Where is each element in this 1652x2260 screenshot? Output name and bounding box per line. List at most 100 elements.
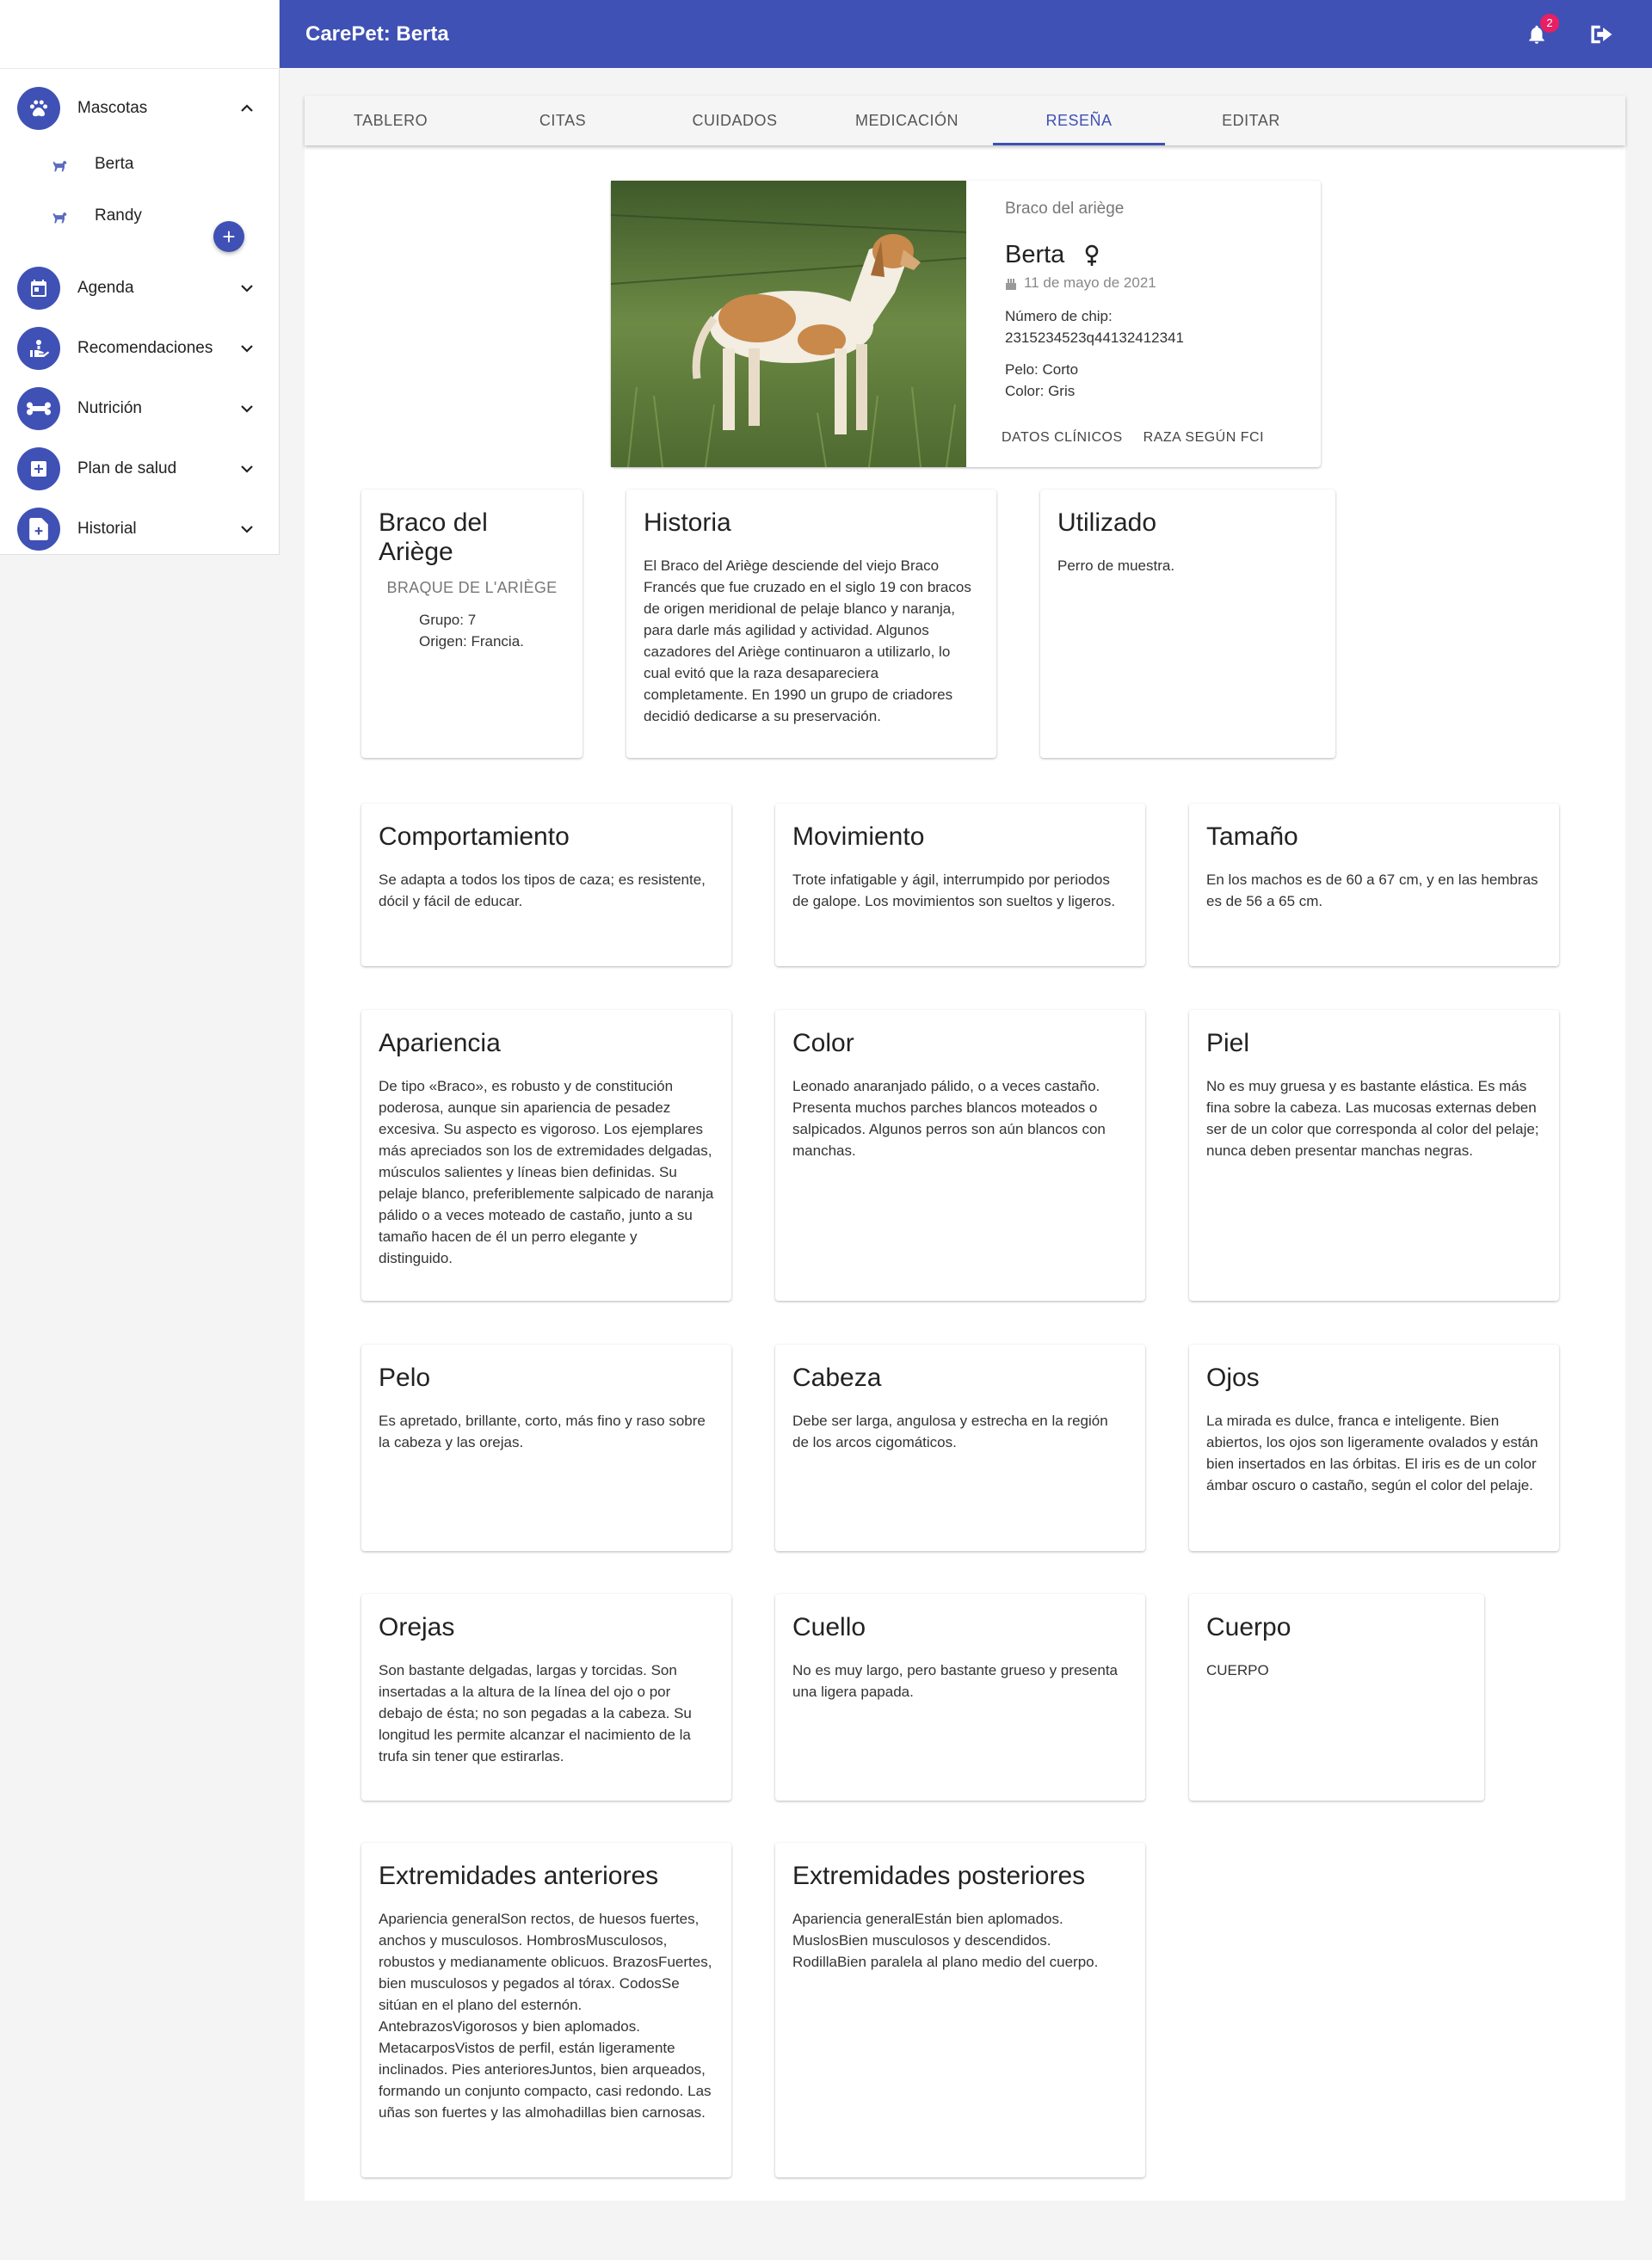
card-orejas: Orejas Son bastante delgadas, largas y t… xyxy=(361,1594,731,1801)
pet-name: Randy xyxy=(95,206,142,225)
breed-group: Grupo: 7 xyxy=(419,612,477,628)
pet-color: Color: Gris xyxy=(1005,383,1076,399)
card-title: Color xyxy=(792,1029,854,1057)
hand-heart-icon xyxy=(17,327,60,370)
sidebar-item-historial[interactable]: Historial xyxy=(0,503,280,555)
sidebar-item-agenda[interactable]: Agenda xyxy=(0,262,280,314)
dog-icon xyxy=(50,206,71,226)
card-title: Pelo xyxy=(379,1364,431,1392)
card-text: No es muy gruesa y es bastante elástica.… xyxy=(1206,1078,1539,1159)
notification-badge: 2 xyxy=(1540,13,1559,33)
paw-icon xyxy=(17,87,60,130)
card-title: Cabeza xyxy=(792,1364,882,1392)
sidebar-item-mascotas[interactable]: Mascotas xyxy=(0,83,280,134)
sidebar-item-label: Historial xyxy=(77,520,137,538)
card-cabeza: Cabeza Debe ser larga, angulosa y estrec… xyxy=(775,1345,1145,1551)
card-title: Comportamiento xyxy=(379,822,570,851)
notifications-button[interactable]: 2 xyxy=(1519,13,1559,52)
sidebar-item-plan-de-salud[interactable]: Plan de salud xyxy=(0,443,280,495)
card-text: Trote infatigable y ágil, interrumpido p… xyxy=(792,871,1116,909)
chevron-down-icon xyxy=(237,459,257,479)
tab-bar: TABLERO CITAS CUIDADOS MEDICACIÓN RESEÑA… xyxy=(305,95,1625,145)
card-title: Apariencia xyxy=(379,1029,501,1057)
clinical-data-button[interactable]: DATOS CLÍNICOS xyxy=(1002,430,1123,446)
calendar-icon xyxy=(17,267,60,310)
pet-photo xyxy=(611,181,966,467)
card-text: CUERPO xyxy=(1206,1662,1269,1678)
sidebar-item-nutricion[interactable]: Nutrición xyxy=(0,383,280,434)
tab-editar[interactable]: EDITAR xyxy=(1165,95,1337,145)
card-historia: Historia El Braco del Ariège desciende d… xyxy=(626,490,996,758)
sidebar-item-label: Recomendaciones xyxy=(77,339,213,357)
female-icon xyxy=(1086,244,1099,266)
breed-origin: Origen: Francia. xyxy=(419,633,524,650)
card-text: La mirada es dulce, franca e inteligente… xyxy=(1206,1413,1538,1493)
logout-button[interactable] xyxy=(1585,17,1619,52)
card-ojos: Ojos La mirada es dulce, franca e inteli… xyxy=(1189,1345,1559,1551)
card-text: De tipo «Braco», es robusto y de constit… xyxy=(379,1078,714,1266)
pet-birthday: 11 de mayo de 2021 xyxy=(1024,274,1156,291)
sidebar: Mascotas Berta Randy + Agenda Recomendac… xyxy=(0,0,280,555)
card-title: Historia xyxy=(644,508,731,537)
cake-icon xyxy=(1006,279,1016,290)
sidebar-item-recomendaciones[interactable]: Recomendaciones xyxy=(0,323,280,374)
card-text: El Braco del Ariège desciende del viejo … xyxy=(644,557,971,724)
card-utilizado: Utilizado Perro de muestra. xyxy=(1040,490,1335,758)
card-cuerpo: Cuerpo CUERPO xyxy=(1189,1594,1484,1801)
sidebar-item-label: Plan de salud xyxy=(77,459,177,477)
breed-original-name: BRAQUE DE L'ARIÈGE xyxy=(386,579,558,596)
pet-name: Berta xyxy=(95,155,134,173)
card-extremidades-anteriores: Extremidades anteriores Apariencia gener… xyxy=(361,1843,731,2177)
card-movimiento: Movimiento Trote infatigable y ágil, int… xyxy=(775,804,1145,966)
breed-title: Braco del Ariège xyxy=(379,508,488,566)
chevron-down-icon xyxy=(237,338,257,359)
card-cuello: Cuello No es muy largo, pero bastante gr… xyxy=(775,1594,1145,1801)
card-title: Movimiento xyxy=(792,822,925,851)
tab-cuidados[interactable]: CUIDADOS xyxy=(649,95,821,145)
card-title: Orejas xyxy=(379,1613,455,1641)
sidebar-item-label: Nutrición xyxy=(77,399,142,417)
breed-card: Braco del Ariège BRAQUE DE L'ARIÈGE Grup… xyxy=(361,490,583,758)
bone-icon xyxy=(17,387,60,430)
card-text: Se adapta a todos los tipos de caza; es … xyxy=(379,871,706,909)
card-title: Extremidades posteriores xyxy=(792,1862,1086,1890)
fci-breed-button[interactable]: RAZA SEGÚN FCI xyxy=(1143,430,1264,446)
card-comportamiento: Comportamiento Se adapta a todos los tip… xyxy=(361,804,731,966)
add-pet-button[interactable]: + xyxy=(213,221,244,252)
card-title: Utilizado xyxy=(1057,508,1157,537)
pet-coat: Pelo: Corto xyxy=(1005,361,1079,378)
card-text: Es apretado, brillante, corto, más fino … xyxy=(379,1413,706,1450)
card-title: Cuello xyxy=(792,1613,866,1641)
card-pelo: Pelo Es apretado, brillante, corto, más … xyxy=(361,1345,731,1551)
chevron-up-icon xyxy=(237,98,257,119)
sidebar-item-label: Agenda xyxy=(77,279,134,297)
card-color: Color Leonado anaranjado pálido, o a vec… xyxy=(775,1010,1145,1301)
sidebar-item-label: Mascotas xyxy=(77,99,148,117)
tab-resena[interactable]: RESEÑA xyxy=(993,95,1165,145)
card-title: Tamaño xyxy=(1206,822,1298,851)
tab-citas[interactable]: CITAS xyxy=(477,95,649,145)
card-text: Leonado anaranjado pálido, o a veces cas… xyxy=(792,1078,1106,1159)
logout-icon xyxy=(1591,25,1612,43)
pet-name: Berta xyxy=(1005,241,1065,268)
card-piel: Piel No es muy gruesa y es bastante elás… xyxy=(1189,1010,1559,1301)
chevron-down-icon xyxy=(237,278,257,299)
card-text: Perro de muestra. xyxy=(1057,557,1175,574)
chip-label: Número de chip: xyxy=(1005,308,1113,324)
tab-tablero[interactable]: TABLERO xyxy=(305,95,477,145)
card-text: Apariencia generalEstán bien aplomados. … xyxy=(792,1911,1099,1970)
sidebar-pet-berta[interactable]: Berta xyxy=(0,143,280,186)
card-text: No es muy largo, pero bastante grueso y … xyxy=(792,1662,1118,1700)
pet-profile-card: Braco del ariège Berta 11 de mayo de 202… xyxy=(611,181,1321,467)
card-apariencia: Apariencia De tipo «Braco», es robusto y… xyxy=(361,1010,731,1301)
tab-medicacion[interactable]: MEDICACIÓN xyxy=(821,95,993,145)
dog-icon xyxy=(50,154,71,175)
card-title: Ojos xyxy=(1206,1364,1260,1392)
pet-breed: Braco del ariège xyxy=(1005,200,1125,218)
card-title: Cuerpo xyxy=(1206,1613,1291,1641)
card-text: En los machos es de 60 a 67 cm, y en las… xyxy=(1206,871,1538,909)
chevron-down-icon xyxy=(237,519,257,539)
chevron-down-icon xyxy=(237,398,257,419)
chip-value: 2315234523q44132412341 xyxy=(1005,329,1185,346)
card-extremidades-posteriores: Extremidades posteriores Apariencia gene… xyxy=(775,1843,1145,2177)
